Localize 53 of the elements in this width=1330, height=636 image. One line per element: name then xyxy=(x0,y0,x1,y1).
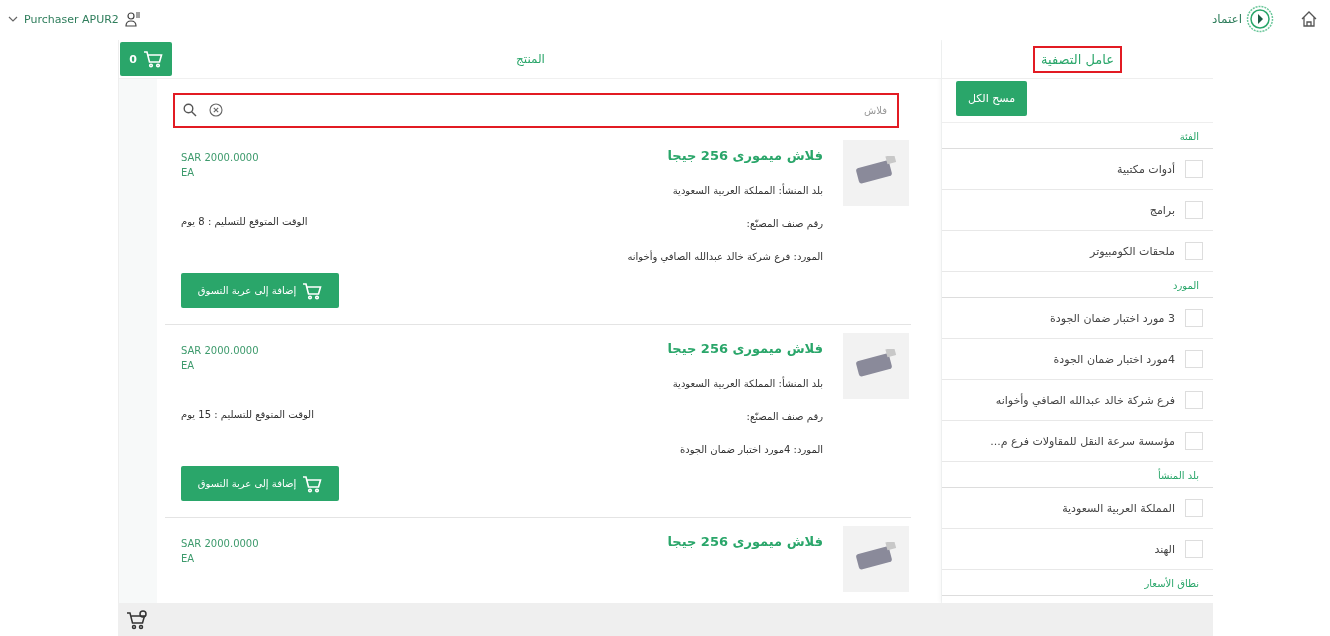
cart-icon xyxy=(302,474,323,493)
checkbox-label[interactable]: مؤسسة سرعة النقل للمقاولات فرع م... xyxy=(990,434,1175,448)
clear-icon[interactable] xyxy=(209,103,223,117)
user-menu-icon[interactable] xyxy=(124,11,141,27)
checkbox-label[interactable]: برامج xyxy=(1149,203,1175,217)
checkbox-label[interactable]: المملكة العربية السعودية xyxy=(1062,501,1175,515)
product-detail: المورد: 4مورد اختبار ضمان الجودة xyxy=(679,444,823,455)
product-detail: بلد المنشأ: المملكة العربية السعودية xyxy=(671,378,823,389)
home-icon[interactable] xyxy=(1300,10,1318,28)
checkbox[interactable] xyxy=(1185,242,1203,260)
panel-title: المنتج xyxy=(515,52,546,66)
checkbox[interactable] xyxy=(1185,499,1203,517)
checkbox-label[interactable]: فرع شركة خالد عبدالله الصافي وأخوانه xyxy=(995,393,1175,407)
unit-label: EA xyxy=(181,167,195,178)
checkbox[interactable] xyxy=(1185,309,1203,327)
cart-icon[interactable] xyxy=(126,609,148,630)
checkbox[interactable] xyxy=(1185,350,1203,368)
filter-title: عامل التصفية xyxy=(1033,45,1122,73)
checkbox-label[interactable]: ملحقات الكومبيوتر xyxy=(1090,244,1175,258)
chevron-down-icon[interactable] xyxy=(8,16,18,22)
filter-group-title: المورد xyxy=(942,272,1213,298)
product-detail: بلد المنشأ: المملكة العربية السعودية xyxy=(671,185,823,196)
checkbox[interactable] xyxy=(1185,391,1203,409)
product-photo xyxy=(843,140,909,206)
unit-label: EA xyxy=(181,360,195,371)
checkbox-label[interactable]: الهند xyxy=(1154,542,1175,556)
filter-group-title: نطاق الأسعار xyxy=(942,570,1213,596)
product-price: SAR 2000.0000 xyxy=(181,152,259,163)
checkbox[interactable] xyxy=(1185,160,1203,178)
cart-icon xyxy=(142,50,163,68)
checkbox[interactable] xyxy=(1185,540,1203,558)
checkbox-label[interactable]: أدوات مكتبية xyxy=(1117,162,1175,176)
delivery-time: الوقت المتوقع للتسليم : 8 يوم xyxy=(181,216,308,227)
product-detail: رقم صنف المصنّع: xyxy=(745,218,823,229)
product-detail: رقم صنف المصنّع: xyxy=(745,411,823,422)
checkbox[interactable] xyxy=(1185,201,1203,219)
product-price: SAR 2000.0000 xyxy=(181,345,259,356)
product-detail: المورد: فرع شركة خالد عبدالله الصافي وأخوانه xyxy=(626,251,823,262)
checkbox[interactable] xyxy=(1185,432,1203,450)
user-name[interactable]: Purchaser APUR2 xyxy=(24,12,119,26)
checkbox-label[interactable]: 3 مورد اختبار ضمان الجودة xyxy=(1050,311,1175,325)
delivery-time: الوقت المتوقع للتسليم : 15 يوم xyxy=(181,409,314,420)
filter-group-title: الفئة xyxy=(942,123,1213,149)
product-photo xyxy=(843,526,909,592)
unit-label: EA xyxy=(181,553,195,564)
filter-group-title: بلد المنشأ xyxy=(942,462,1213,488)
product-photo xyxy=(843,333,909,399)
cart-icon xyxy=(302,281,323,300)
search-icon[interactable] xyxy=(183,103,197,117)
logo-icon[interactable] xyxy=(1246,5,1274,33)
checkbox-label[interactable]: 4مورد اختبار ضمان الجودة xyxy=(1053,352,1175,366)
product-price: SAR 2000.0000 xyxy=(181,538,259,549)
logo-text: اعتماد xyxy=(1211,12,1242,26)
